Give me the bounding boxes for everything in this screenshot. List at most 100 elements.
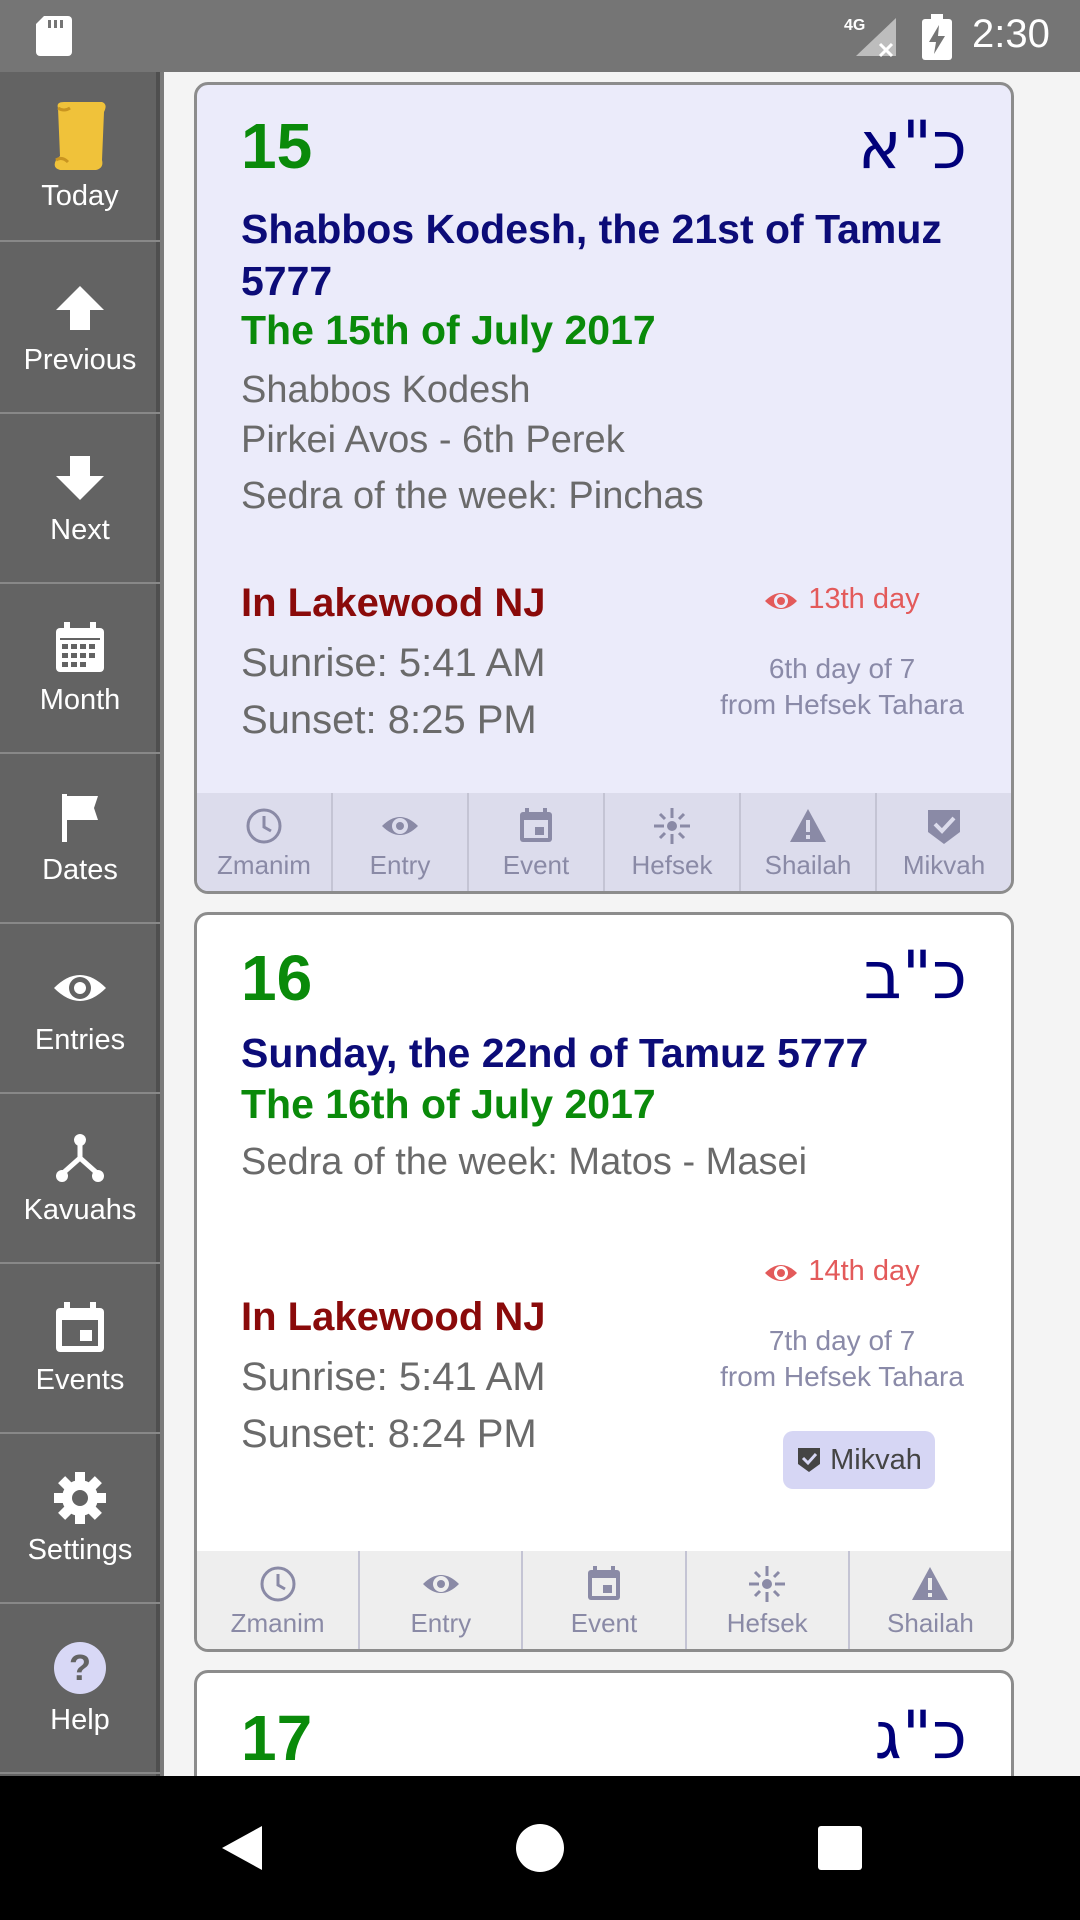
sparkle-icon [749,1565,786,1602]
sidebar-item-label: Today [41,179,119,212]
clock-icon [260,1566,296,1601]
entry-button[interactable]: Entry [360,1551,524,1649]
hefsek-button[interactable]: Hefsek [687,1551,850,1649]
event-icon [56,1301,104,1352]
location-title: In Lakewood NJ [241,581,546,625]
sunrise-time: Sunrise: 5:41 AM [241,641,546,685]
zmanim-button[interactable]: Zmanim [197,793,333,891]
sidebar-item-month[interactable]: Month [0,584,160,754]
entry-day-count[interactable]: 13th day [717,583,967,616]
status-bar: 4G 2:30 [0,0,1080,72]
hefsek-from-line: from Hefsek Tahara [720,1361,964,1392]
recents-icon[interactable] [814,1822,866,1874]
mikvah-button[interactable]: Mikvah [877,793,1011,891]
sidebar-item-help[interactable]: ? Help [0,1604,160,1774]
day-card[interactable]: 17 כ"ג [194,1670,1014,1776]
hefsek-info: 7th day of 7 from Hefsek Tahara [697,1323,987,1395]
shield-check-icon [798,1448,821,1472]
jewish-date: Sunday, the 22nd of Tamuz 5777 [241,1030,869,1076]
warning-icon [790,808,826,842]
hefsek-button[interactable]: Hefsek [605,793,741,891]
eye-icon [54,974,106,1001]
sunset-time: Sunset: 8:24 PM [241,1412,537,1456]
sidebar-item-label: Next [50,513,110,546]
sd-card-icon [36,16,72,56]
back-icon[interactable] [216,1822,268,1874]
event-button[interactable]: Event [523,1551,687,1649]
sidebar-item-previous[interactable]: Previous [0,244,160,414]
sidebar-item-events[interactable]: Events [0,1264,160,1434]
jewish-date: Shabbos Kodesh, the 21st of Tamuz 5777 [241,206,942,304]
calendar-icon [56,621,104,672]
help-icon: ? [54,1641,106,1694]
day-number: 16 [241,942,313,1014]
event-button[interactable]: Event [469,793,605,891]
sidebar-item-settings[interactable]: Settings [0,1434,160,1604]
sidebar-item-label: Events [35,1363,125,1396]
svg-text:?: ? [69,1647,91,1688]
day-info-line: Pirkei Avos - 6th Perek [241,419,625,461]
hebrew-day-number: כ"ב [863,937,967,1014]
sparkle-icon [654,807,690,844]
sunrise-time: Sunrise: 5:41 AM [241,1355,546,1399]
secular-date: The 15th of July 2017 [241,307,656,353]
hefsek-from-line: from Hefsek Tahara [720,689,964,720]
eye-icon [382,816,418,835]
sunset-time: Sunset: 8:25 PM [241,698,537,742]
warning-icon [912,1566,949,1600]
sidebar-item-today[interactable]: Today [0,72,160,242]
sidebar-item-kavuahs[interactable]: Kavuahs [0,1094,160,1264]
sidebar-item-label: Settings [27,1533,133,1566]
gear-icon [54,1471,106,1524]
flag-icon [62,793,98,842]
entry-day-label: 13th day [808,583,920,615]
event-icon [520,807,552,842]
sidebar-item-label: Kavuahs [23,1193,137,1226]
arrow-down-icon [56,455,104,500]
shield-check-icon [928,809,960,844]
scroll-icon [54,101,106,170]
fork-icon [56,1133,104,1182]
location-title: In Lakewood NJ [241,1295,546,1339]
arrow-up-icon [56,285,104,330]
entry-day-count[interactable]: 14th day [717,1255,967,1288]
sidebar-item-label: Help [50,1703,110,1736]
sedra-line: Sedra of the week: Matos - Masei [241,1141,808,1183]
sidebar-item-entries[interactable]: Entries [0,924,160,1094]
event-icon [588,1565,620,1600]
hefsek-day-line: 7th day of 7 [768,1325,916,1356]
shailah-button[interactable]: Shailah [741,793,877,891]
day-number: 17 [241,1702,313,1774]
day-card[interactable]: 16 כ"ב Sunday, the 22nd of Tamuz 5777 Th… [194,912,1014,1652]
hebrew-day-number: כ"א [857,107,967,184]
sidebar-item-dates[interactable]: Dates [0,754,160,924]
system-nav-bar [0,1776,1080,1920]
shailah-button[interactable]: Shailah [850,1551,1011,1649]
hefsek-info: 6th day of 7 from Hefsek Tahara [697,651,987,723]
entry-button[interactable]: Entry [333,793,469,891]
eye-icon [765,1265,798,1281]
sidebar-item-next[interactable]: Next [0,414,160,584]
mikvah-badge[interactable]: Mikvah [783,1431,935,1489]
sidebar: Today Previous Next Month Dates Entries … [0,72,160,1776]
card-action-bar: Zmanim Entry Event Hefsek Shailah [197,1551,1011,1649]
entry-day-label: 14th day [808,1255,920,1287]
eye-icon [422,1574,459,1593]
hefsek-day-line: 6th day of 7 [768,653,916,684]
clock-icon [246,808,282,843]
secular-date: The 16th of July 2017 [241,1081,656,1127]
signal-icon: 4G [844,17,896,58]
day-card-today[interactable]: 15 כ"א Shabbos Kodesh, the 21st of Tamuz… [194,82,1014,894]
sidebar-item-label: Previous [23,343,137,376]
home-icon[interactable] [514,1822,566,1874]
day-info-line: Shabbos Kodesh [241,369,531,411]
sidebar-item-label: Dates [42,853,118,886]
mikvah-badge-label: Mikvah [830,1443,922,1476]
zmanim-button[interactable]: Zmanim [197,1551,361,1649]
day-list[interactable]: 15 כ"א Shabbos Kodesh, the 21st of Tamuz… [164,72,1080,1776]
card-action-bar: Zmanim Entry Event Hefsek Shailah Mikvah [197,793,1011,891]
sidebar-item-label: Entries [34,1023,126,1056]
eye-icon [765,593,798,609]
sidebar-item-label: Month [39,683,121,716]
sedra-line: Sedra of the week: Pinchas [241,475,704,517]
